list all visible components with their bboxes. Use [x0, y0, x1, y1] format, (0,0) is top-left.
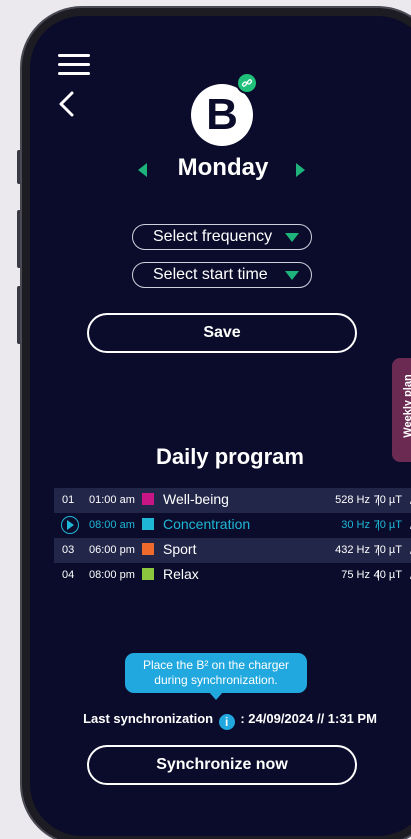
program-row[interactable]: 04 08:00 pm Relax 75 Hz | 40 µT	[54, 563, 411, 588]
day-label: Monday	[177, 154, 269, 181]
start-time-select-label: Select start time	[153, 266, 268, 283]
day-selector: Monday	[30, 154, 411, 188]
synchronize-now-button[interactable]: Synchronize now	[87, 745, 357, 785]
frequency-select-label: Select frequency	[153, 228, 273, 245]
row-frequency: 75 Hz	[341, 569, 370, 581]
previous-day-arrow-icon[interactable]	[138, 163, 147, 177]
row-power: 70 µT	[373, 519, 402, 531]
row-power: 70 µT	[373, 544, 402, 556]
start-time-select[interactable]: Select start time	[132, 262, 312, 288]
menu-icon[interactable]	[58, 54, 90, 76]
link-icon	[236, 72, 258, 94]
row-program-name: Well-being	[163, 491, 229, 507]
app-screen: B Monday Select frequency Select start t…	[30, 16, 411, 836]
row-number: 01	[62, 494, 75, 506]
program-row[interactable]: 03 06:00 pm Sport 432 Hz | 70 µT	[54, 538, 411, 563]
row-power: 40 µT	[373, 569, 402, 581]
tooltip-line-2: during synchronization.	[154, 673, 278, 687]
play-icon[interactable]	[61, 516, 79, 534]
last-sync-info: Last synchronization i : 24/09/2024 // 1…	[30, 711, 411, 730]
program-color-swatch	[142, 543, 154, 555]
dropdown-triangle-icon	[285, 233, 299, 242]
last-sync-value: : 24/09/2024 // 1:31 PM	[240, 711, 377, 726]
weekly-plan-tab[interactable]: Weekly plan	[392, 358, 411, 462]
next-day-arrow-icon[interactable]	[296, 163, 305, 177]
row-power: 70 µT	[373, 494, 402, 506]
program-list: 01 01:00 am Well-being 528 Hz | 70 µT 08…	[54, 488, 411, 588]
back-icon[interactable]	[56, 90, 78, 118]
edit-pencil-icon[interactable]	[407, 493, 411, 507]
last-sync-label: Last synchronization	[83, 711, 214, 726]
program-color-swatch	[142, 568, 154, 580]
program-row-active[interactable]: 08:00 am Concentration 30 Hz | 70 µT	[54, 513, 411, 538]
row-program-name: Sport	[163, 541, 197, 557]
program-color-swatch	[142, 493, 154, 505]
row-number: 03	[62, 544, 75, 556]
row-time: 01:00 am	[89, 494, 135, 506]
daily-program-title: Daily program	[156, 444, 304, 469]
edit-pencil-icon[interactable]	[407, 518, 411, 532]
row-time: 08:00 am	[89, 519, 135, 531]
row-program-name: Concentration	[163, 516, 251, 532]
program-row[interactable]: 01 01:00 am Well-being 528 Hz | 70 µT	[54, 488, 411, 513]
logo-letter: B	[206, 90, 238, 139]
save-button[interactable]: Save	[87, 313, 357, 353]
row-time: 06:00 pm	[89, 544, 135, 556]
sync-tooltip: Place the B² on the charger during synch…	[125, 653, 307, 700]
row-frequency: 528 Hz	[335, 494, 370, 506]
frequency-select[interactable]: Select frequency	[132, 224, 312, 250]
row-frequency: 30 Hz	[341, 519, 370, 531]
weekly-plan-label: Weekly plan	[402, 374, 411, 438]
app-stage: B Monday Select frequency Select start t…	[0, 0, 411, 839]
dropdown-triangle-icon	[285, 271, 299, 280]
edit-pencil-icon[interactable]	[407, 543, 411, 557]
tooltip-line-1: Place the B² on the charger	[142, 658, 290, 672]
info-icon[interactable]: i	[218, 714, 235, 730]
row-frequency: 432 Hz	[335, 544, 370, 556]
row-number: 04	[62, 569, 75, 581]
program-color-swatch	[142, 518, 154, 530]
row-program-name: Relax	[163, 566, 199, 582]
row-time: 08:00 pm	[89, 569, 135, 581]
edit-pencil-icon[interactable]	[407, 568, 411, 582]
